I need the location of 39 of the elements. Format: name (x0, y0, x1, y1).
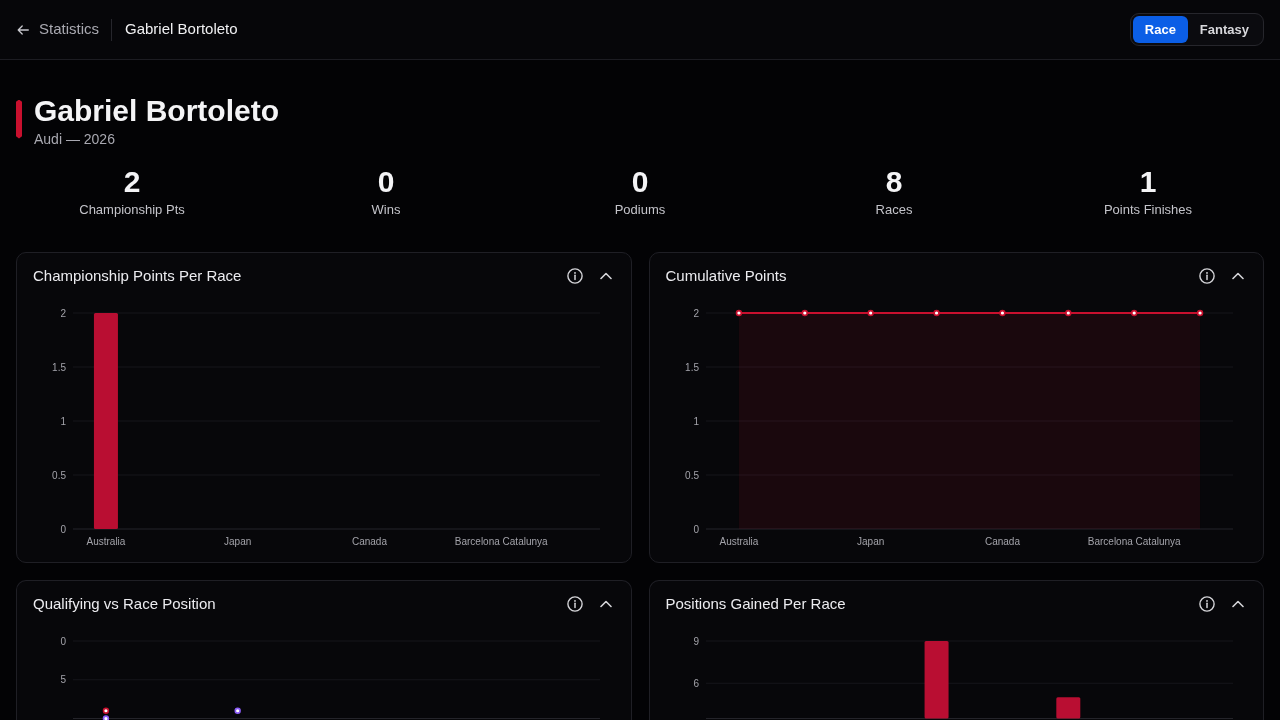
stat-label: Podiums (613, 201, 667, 218)
axis-label: 0 (60, 523, 66, 535)
axis-label: Australia (86, 535, 126, 547)
stat-label: Wins (370, 201, 402, 218)
stat-value: 8 (884, 165, 904, 198)
stat-label: Races (874, 201, 914, 218)
stat-value: 1 (1138, 165, 1158, 198)
chart-title: Championship Points Per Race (33, 265, 242, 286)
axis-label: 9 (692, 635, 699, 647)
chart-title: Positions Gained Per Race (665, 593, 846, 614)
stat-label: Championship Pts (78, 201, 186, 218)
axis-label: Barcelona Catalunya (1087, 535, 1181, 547)
axis-label: 1.5 (52, 361, 66, 373)
axis-label: 2 (692, 307, 699, 319)
stat-label: Points Finishes (1102, 201, 1194, 218)
axis-label: Japan (856, 535, 884, 547)
team-season: Audi — 2026 (34, 129, 116, 148)
axis-label: 0.5 (52, 469, 66, 481)
axis-label: 6 (692, 677, 699, 689)
chart-title: Cumulative Points (665, 265, 787, 286)
axis-label: 0.5 (684, 469, 699, 481)
axis-label: Barcelona Catalunya (454, 535, 548, 547)
stat-value: 0 (376, 165, 396, 198)
stat-value: 2 (122, 165, 142, 198)
chart-title: Qualifying vs Race Position (33, 593, 216, 614)
axis-label: Australia (719, 535, 758, 547)
axis-label: 0 (692, 523, 699, 535)
axis-label: Japan (224, 535, 252, 547)
axis-label: 1 (60, 415, 66, 427)
axis-label: 0 (60, 635, 66, 647)
axis-label: Canada (351, 535, 387, 547)
axis-label: 2 (60, 307, 66, 319)
driver-name: Gabriel Bortoleto (34, 94, 280, 127)
axis-label: Canada (984, 535, 1020, 547)
axis-label: 1 (692, 415, 699, 427)
axis-label: 1.5 (684, 361, 699, 373)
stat-value: 0 (630, 165, 650, 198)
breadcrumb-title: Gabriel Bortoleto (125, 19, 238, 40)
axis-label: 5 (60, 674, 66, 686)
